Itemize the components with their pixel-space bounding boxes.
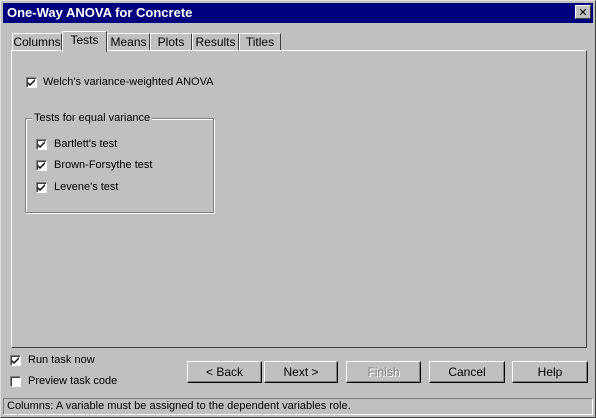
preview-checkbox[interactable] [10,376,21,387]
cancel-label: Cancel [448,365,486,379]
help-button[interactable]: Help [512,361,588,383]
checkmark-icon [12,357,19,364]
tab-titles[interactable]: Titles [239,33,281,50]
status-bar: Columns: A variable must be assigned to … [3,398,593,415]
tab-label: Tests [70,33,99,47]
run-now-checkbox[interactable] [10,355,21,366]
levene-checkbox[interactable] [36,182,47,193]
welch-checkbox[interactable] [26,77,37,88]
tab-label: Plots [157,35,185,49]
tab-means[interactable]: Means [107,33,150,50]
back-button[interactable]: < Back [187,361,262,383]
next-label: Next > [283,365,319,379]
close-button[interactable]: ✕ [575,5,591,19]
tab-columns[interactable]: Columns [12,33,62,50]
close-icon: ✕ [578,6,588,19]
tab-results[interactable]: Results [192,33,239,50]
dialog-window: One-Way ANOVA for Concrete ✕ Columns Tes… [0,0,596,418]
bartlett-label: Bartlett's test [54,138,118,150]
tab-label: Columns [13,35,61,49]
status-text: Columns: A variable must be assigned to … [7,400,351,412]
bartlett-checkbox[interactable] [36,139,47,150]
finish-button: Finish [346,361,421,383]
cancel-button[interactable]: Cancel [429,361,505,383]
checkmark-icon [38,184,45,191]
help-label: Help [537,365,563,379]
finish-label: Finish [367,365,400,379]
brown-forsythe-checkbox[interactable] [36,160,47,171]
levene-label: Levene's test [54,181,119,193]
next-button[interactable]: Next > [264,361,338,383]
group-title: Tests for equal variance [32,112,153,124]
tests-panel: Welch's variance-weighted ANOVA Tests fo… [11,50,587,348]
checkmark-icon [38,141,45,148]
checkmark-icon [28,79,35,86]
window-title: One-Way ANOVA for Concrete [7,5,193,20]
checkmark-icon [38,162,45,169]
brown-forsythe-label: Brown-Forsythe test [54,159,153,171]
tab-tests[interactable]: Tests [62,31,107,52]
tab-plots[interactable]: Plots [150,33,192,50]
run-now-label: Run task now [28,354,95,366]
title-bar[interactable]: One-Way ANOVA for Concrete ✕ [3,3,593,23]
preview-label: Preview task code [28,375,118,387]
welch-label: Welch's variance-weighted ANOVA [43,76,214,88]
tab-label: Means [110,35,147,49]
tab-label: Results [195,35,236,49]
back-label: < Back [205,365,244,379]
tab-label: Titles [245,35,275,49]
